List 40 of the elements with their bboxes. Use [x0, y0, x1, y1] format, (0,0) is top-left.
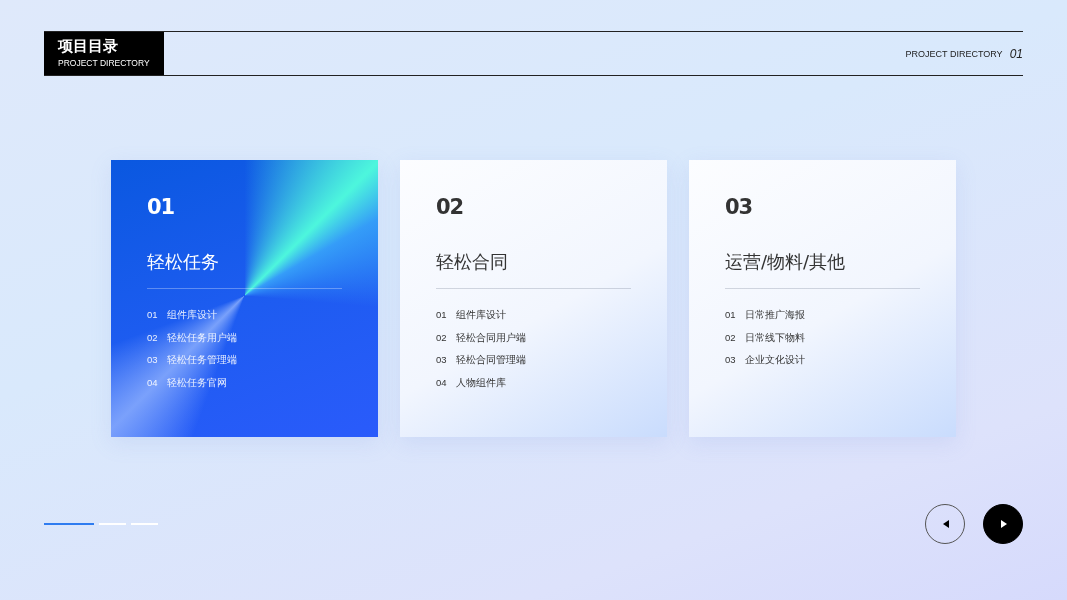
card-title: 轻松合同 [436, 250, 509, 274]
item-index: 02 [436, 331, 446, 344]
item-label: 轻松任务官网 [167, 376, 227, 389]
project-card[interactable]: 03 运营/物料/其他 01 日常推广海报 02 日常线下物料 03 企业文化设计 [689, 160, 956, 437]
item-label: 轻松合同管理端 [456, 354, 526, 366]
page-indicator[interactable] [99, 523, 126, 525]
page-title: 项目目录 [58, 37, 119, 55]
item-index: 01 [436, 309, 446, 321]
item-label: 轻松任务用户端 [167, 331, 237, 344]
item-label: 日常推广海报 [745, 309, 805, 321]
page-indicator[interactable] [44, 523, 94, 525]
card-title: 运营/物料/其他 [725, 250, 847, 274]
triangle-right-icon [998, 520, 1008, 528]
project-card[interactable]: 02 轻松合同 01 组件库设计 02 轻松合同用户端 03 轻松合同管理端 04 人物组件库 [400, 160, 667, 437]
project-card[interactable]: 01 轻松任务 01 组件库设计 02 轻松任务用户端 03 轻松任务管理端 04 轻松任务官网 [111, 160, 378, 437]
item-label: 日常线下物料 [745, 331, 805, 344]
page-subtitle: PROJECT DIRECTORY [58, 58, 151, 68]
item-label: 企业文化设计 [745, 354, 805, 366]
card-title: 轻松任务 [147, 250, 220, 274]
item-index: 03 [147, 354, 157, 366]
item-index: 02 [147, 331, 157, 344]
item-index: 04 [436, 376, 446, 389]
card-number: 02 [436, 196, 465, 218]
item-label: 组件库设计 [167, 309, 217, 321]
item-index: 04 [147, 376, 157, 389]
item-index: 03 [725, 354, 735, 366]
card-number: 01 [147, 196, 176, 218]
item-index: 01 [725, 309, 735, 321]
page-indicator[interactable] [131, 523, 158, 525]
section-label: PROJECT DIRECTORY [905, 48, 1003, 59]
item-label: 轻松任务管理端 [167, 354, 237, 366]
item-label: 轻松合同用户端 [456, 331, 526, 344]
item-index: 02 [725, 331, 735, 344]
item-index: 03 [436, 354, 446, 366]
item-index: 01 [147, 309, 157, 321]
page-number: 01 [1009, 46, 1023, 61]
item-label: 人物组件库 [456, 376, 506, 389]
card-number: 03 [725, 196, 754, 218]
next-button[interactable] [983, 504, 1023, 544]
item-label: 组件库设计 [456, 309, 506, 321]
